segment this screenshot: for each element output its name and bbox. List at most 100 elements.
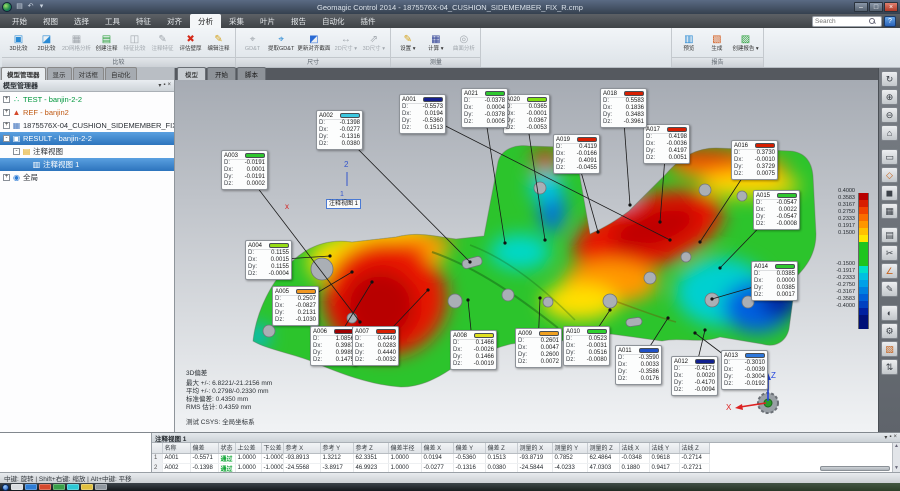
annotation-view-scene-label[interactable]: 注释视图 1 xyxy=(326,199,361,209)
wall-thickness-button[interactable]: ✖评估壁厚 xyxy=(177,33,204,53)
tree-item-5[interactable]: -▤注释视图 xyxy=(0,145,174,158)
table-column-header[interactable]: 参考 X xyxy=(283,443,320,453)
table-column-header[interactable]: 测量的 Y xyxy=(552,443,587,453)
annotation-callout-A006[interactable]: A006D:1.0856Dx:0.3987Dy:0.9989Dz:0.1475 xyxy=(310,326,357,366)
annotate-feature-button[interactable]: ✎注释特征 xyxy=(149,33,176,53)
measure-button[interactable]: ∠ xyxy=(881,263,898,279)
annotation-callout-A008[interactable]: A008D:0.1466Dx:-0.0026Dy:0.1466Dz:-0.001… xyxy=(450,330,497,370)
taskbar-app-6[interactable] xyxy=(81,484,93,490)
table-pin-icon[interactable]: ▪ xyxy=(889,434,891,441)
edit-annotation-button[interactable]: ✎编辑注释 xyxy=(205,33,232,53)
table-column-header[interactable]: 偏差半径 xyxy=(388,443,421,453)
table-column-header[interactable]: 偏差 Y xyxy=(453,443,485,453)
settings-pencil-button[interactable]: ✎设置 ▾ xyxy=(394,33,421,53)
layers-button[interactable]: ▧ xyxy=(881,341,898,357)
menu-tab-12[interactable]: 插件 xyxy=(353,14,384,28)
annotation-callout-A009[interactable]: A009D:0.2601Dx:0.0047Dy:0.2600Dz:0.0072 xyxy=(515,328,562,368)
search-box[interactable] xyxy=(812,16,882,27)
compare-2d-button[interactable]: ◪2D比较 xyxy=(33,33,60,53)
create-annotation-button[interactable]: ▤创建注释 xyxy=(93,33,120,53)
tree-item-7[interactable]: +◉全局 xyxy=(0,171,174,184)
tree-item-1[interactable]: +∴TEST - banjin-2-2 xyxy=(0,93,174,106)
sync-view-button[interactable]: ⇅ xyxy=(881,359,898,375)
extract-gdt-button[interactable]: ⌖提取GD&T xyxy=(267,33,295,53)
rotate-button[interactable]: ↻ xyxy=(881,71,898,87)
table-column-header[interactable]: 状态 xyxy=(218,443,235,453)
help-button[interactable]: ? xyxy=(884,16,896,27)
table-menu-icon[interactable]: ▾ xyxy=(884,434,887,441)
search-icon[interactable] xyxy=(869,18,876,25)
annotation-callout-A004[interactable]: A004D:0.1155Dx:0.0015Dy:0.1155Dz:-0.0004 xyxy=(245,240,292,280)
taskbar-app-1[interactable] xyxy=(11,484,23,490)
annotation-callout-A014[interactable]: A014D:0.0385Dx:0.0000Dy:0.0385Dz:0.0017 xyxy=(751,261,798,301)
table-column-header[interactable]: 参考 Z xyxy=(353,443,388,453)
annotation-callout-A018[interactable]: A018D:0.5583Dx:0.1836Dy:0.3483Dz:-0.3961 xyxy=(600,88,647,128)
annotation-callout-A002[interactable]: A002D:-0.1398Dx:-0.0277Dy:-0.1316Dz:0.03… xyxy=(316,110,363,150)
scene-3d[interactable]: 2 1 x Z X xyxy=(175,80,878,432)
surface-analysis-button[interactable]: ◎曲面分析 xyxy=(450,33,477,53)
shaded-mode-button[interactable]: ◼ xyxy=(881,185,898,201)
dim-2d-button[interactable]: ↔2D尺寸 ▾ xyxy=(332,33,359,53)
dim-3d-button[interactable]: ⇗3D尺寸 ▾ xyxy=(360,33,387,53)
annotation-callout-A019[interactable]: A019D:0.4119Dx:-0.0166Dy:0.4091Dz:-0.045… xyxy=(553,134,600,174)
table-column-header[interactable]: 偏差 xyxy=(190,443,218,453)
menu-tab-8[interactable]: 采集 xyxy=(221,14,252,28)
viewport-tab-1[interactable]: 模型 xyxy=(177,67,206,80)
tree-item-3[interactable]: +▦1875576X-04_CUSHION_SIDEMEMBER_FIX_R xyxy=(0,119,174,132)
panel-tab-3[interactable]: 对话框 xyxy=(73,67,105,80)
annotation-callout-A012[interactable]: A012D:-0.4171Dx:0.0020Dy:-0.4170Dz:-0.00… xyxy=(671,356,718,396)
save-icon[interactable]: ▤ xyxy=(15,2,24,12)
table-horizontal-scrollbar[interactable] xyxy=(820,466,890,471)
taskbar-app-4[interactable] xyxy=(53,484,65,490)
menu-tab-10[interactable]: 报告 xyxy=(283,14,314,28)
taskbar-app-2[interactable] xyxy=(25,484,37,490)
annotation-callout-A013[interactable]: A013D:-0.3010Dx:-0.0039Dy:-0.3004Dz:-0.0… xyxy=(721,350,768,390)
panel-tab-2[interactable]: 显示 xyxy=(47,67,72,80)
table-column-header[interactable]: 偏差 X xyxy=(421,443,453,453)
table-close-icon[interactable]: × xyxy=(893,434,897,441)
compare-3d-button[interactable]: ▣3D比较 xyxy=(5,33,32,53)
annotation-callout-A003[interactable]: A003D:-0.0191Dx:0.0001Dy:-0.0191Dz:0.000… xyxy=(221,150,268,190)
view-iso-button[interactable]: ◇ xyxy=(881,167,898,183)
tree-item-2[interactable]: +▲REF - banjin2 xyxy=(0,106,174,119)
table-column-header[interactable]: 法线 X xyxy=(619,443,649,453)
table-column-header[interactable]: 法线 Y xyxy=(649,443,679,453)
menu-tab-6[interactable]: 对齐 xyxy=(159,14,190,28)
panel-menu-icon[interactable]: ▾ xyxy=(158,82,161,89)
feature-compare-button[interactable]: ◫特征比较 xyxy=(121,33,148,53)
table-column-header[interactable]: 上公差 xyxy=(235,443,261,453)
tree-expand-icon[interactable]: + xyxy=(3,122,10,129)
table-column-header[interactable]: 测量的 Z xyxy=(587,443,619,453)
panel-close-icon[interactable]: × xyxy=(167,82,171,89)
create-report-button[interactable]: ▨创建报告 ▾ xyxy=(731,33,759,53)
search-input[interactable] xyxy=(813,18,869,25)
annotation-callout-A011[interactable]: A011D:-0.3590Dx:0.0033Dy:-0.3586Dz:0.017… xyxy=(615,345,662,385)
tree-expand-icon[interactable]: + xyxy=(3,109,10,116)
taskbar-app-3[interactable] xyxy=(39,484,51,490)
annotation-callout-A005[interactable]: A005D:0.2507Dx:-0.0827Dy:0.2131Dz:-0.103… xyxy=(272,286,319,326)
annotation-callout-A020[interactable]: A020D:0.0365Dx:-0.0001Dy:0.0367Dz:-0.005… xyxy=(503,94,550,134)
tree-expand-icon[interactable]: - xyxy=(3,135,10,142)
grid-2d-button[interactable]: ▦2D网格分析 xyxy=(61,33,92,53)
taskbar-app-7[interactable] xyxy=(95,484,107,490)
table-column-header[interactable]: 名称 xyxy=(162,443,190,453)
tree-item-4[interactable]: -▣RESULT - banjin-2-2 xyxy=(0,132,174,145)
zoom-out-button[interactable]: ⊖ xyxy=(881,107,898,123)
tree-item-6[interactable]: ▥注释视图 1 xyxy=(0,158,174,171)
menu-tab-2[interactable]: 视图 xyxy=(35,14,66,28)
start-button[interactable] xyxy=(2,484,9,491)
menu-tab-9[interactable]: 叶片 xyxy=(252,14,283,28)
menu-tab-11[interactable]: 自动化 xyxy=(314,14,353,28)
generate-button[interactable]: ▧生成 xyxy=(703,33,730,53)
table-column-header[interactable]: 参考 Y xyxy=(320,443,353,453)
undo-icon[interactable]: ↶ xyxy=(26,2,35,12)
tree-expand-icon[interactable]: + xyxy=(3,174,10,181)
table-vertical-scrollbar[interactable]: ▲ ▼ xyxy=(892,443,900,472)
viewport-tab-2[interactable]: 开始 xyxy=(207,67,236,80)
spin-view-button[interactable]: ◐ xyxy=(881,305,898,321)
table-column-header[interactable]: 偏差 Z xyxy=(485,443,517,453)
table-column-header[interactable]: 测量的 X xyxy=(517,443,552,453)
menu-tab-4[interactable]: 工具 xyxy=(97,14,128,28)
update-section-button[interactable]: ◩更新对齐截面 xyxy=(296,33,331,53)
calculate-button[interactable]: ▦计算 ▾ xyxy=(422,33,449,53)
